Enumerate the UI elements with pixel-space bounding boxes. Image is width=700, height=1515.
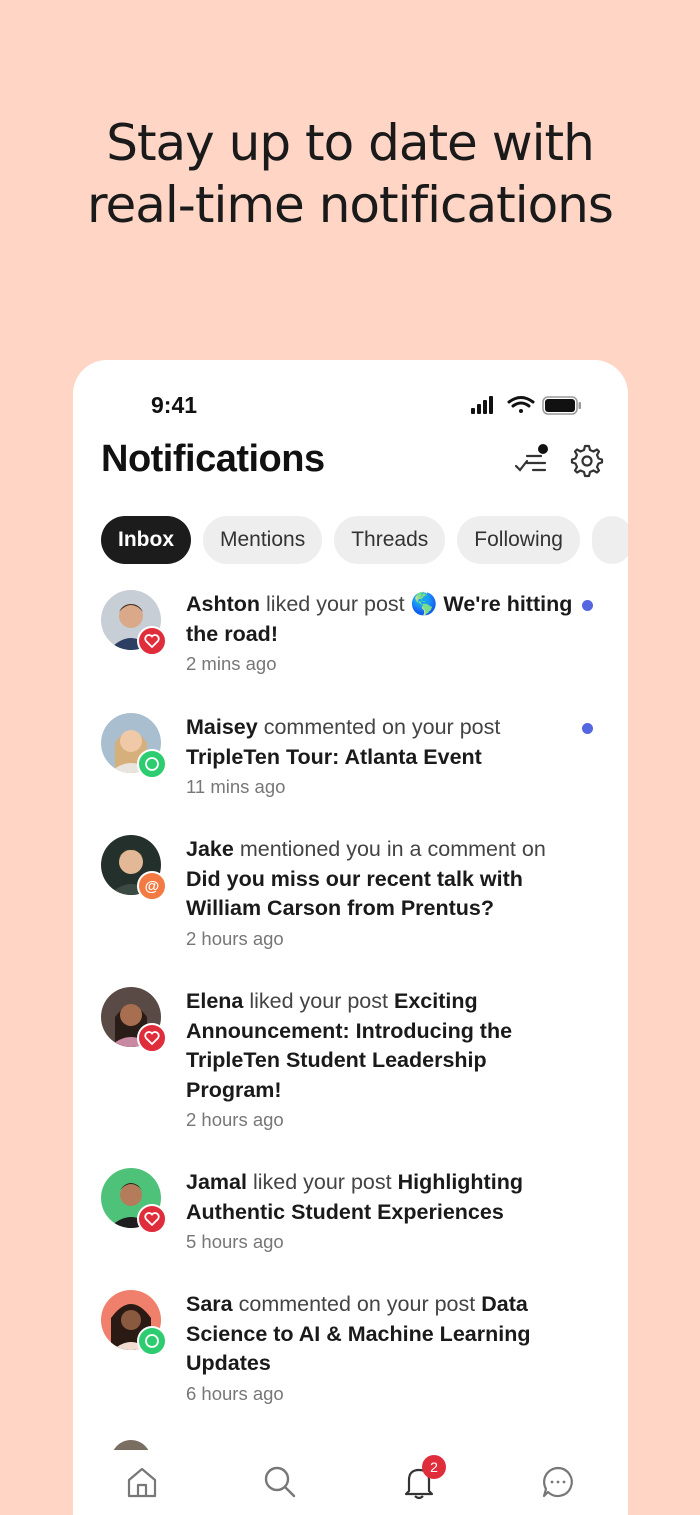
signal-icon xyxy=(471,396,493,414)
tab-following[interactable]: Following xyxy=(457,516,580,564)
unread-dot xyxy=(582,600,593,611)
heart-icon xyxy=(144,1212,160,1226)
badge-heart-icon xyxy=(137,1023,167,1053)
badge-heart-icon xyxy=(137,626,167,656)
chat-icon[interactable] xyxy=(540,1464,576,1500)
user-name: Maisey xyxy=(186,715,258,739)
notification-action: liked your post xyxy=(266,592,405,616)
home-icon[interactable] xyxy=(124,1464,160,1500)
headline: Stay up to date with real-time notificat… xyxy=(0,112,700,236)
notification-count-badge: 2 xyxy=(422,1455,446,1479)
phone-screen: 9:41 Notifications Inbox Mentions Thread… xyxy=(73,360,628,1515)
heart-icon xyxy=(144,634,160,648)
notification-text: Maisey commented on your post TripleTen … xyxy=(186,713,581,802)
headline-line-2: real-time notifications xyxy=(87,176,614,234)
wifi-icon xyxy=(507,396,535,413)
notification-text: Jake mentioned you in a comment on Did y… xyxy=(186,835,581,954)
notification-action: commented on your post xyxy=(263,715,501,739)
tab-mentions[interactable]: Mentions xyxy=(203,516,323,564)
notification-text: Elena liked your post Exciting Announcem… xyxy=(186,987,581,1135)
user-name: Jake xyxy=(186,837,234,861)
notification-action: liked your post xyxy=(249,989,388,1013)
timestamp: 2 hours ago xyxy=(186,1109,284,1130)
user-name: Sara xyxy=(186,1292,233,1316)
comment-icon xyxy=(145,757,159,771)
status-icons xyxy=(471,396,581,415)
mark-read-filter-icon[interactable] xyxy=(511,442,549,480)
heart-icon xyxy=(144,1031,160,1045)
notification-action: mentioned you in a comment on xyxy=(239,837,546,861)
timestamp: 5 hours ago xyxy=(186,1231,284,1252)
search-icon[interactable] xyxy=(262,1464,298,1500)
notification-text: Ashton liked your post 🌎 We're hitting t… xyxy=(186,590,581,679)
at-sign-icon: @ xyxy=(144,877,160,895)
timestamp: 2 mins ago xyxy=(186,653,277,674)
timestamp: 11 mins ago xyxy=(186,776,286,797)
timestamp: 6 hours ago xyxy=(186,1382,284,1404)
globe-emoji: 🌎 xyxy=(410,592,438,616)
user-name: Elena xyxy=(186,989,244,1013)
user-name: Ashton xyxy=(186,592,261,616)
badge-comment-icon xyxy=(137,749,167,779)
post-title[interactable]: Did you miss our recent talk with Willia… xyxy=(186,867,523,921)
tab-more-partial[interactable] xyxy=(591,516,628,564)
bottom-nav: 2 xyxy=(73,1450,628,1515)
badge-comment-icon xyxy=(137,1326,167,1356)
tab-bar: Inbox Mentions Threads Following xyxy=(101,516,628,564)
user-name: Jamal xyxy=(186,1170,247,1194)
badge-heart-icon xyxy=(137,1204,167,1234)
battery-icon xyxy=(542,396,581,415)
timestamp: 2 hours ago xyxy=(186,927,284,949)
headline-line-1: Stay up to date with xyxy=(106,114,595,172)
notification-action: liked your post xyxy=(252,1170,392,1194)
notification-action: commented on your post xyxy=(238,1292,476,1316)
post-title[interactable]: TripleTen Tour: Atlanta Event xyxy=(186,745,482,769)
notification-text: Sara commented on your post Data Science… xyxy=(186,1290,581,1409)
tab-inbox[interactable]: Inbox xyxy=(101,516,191,564)
status-time: 9:41 xyxy=(151,392,198,418)
badge-at-sign-icon: @ xyxy=(137,871,167,901)
comment-icon xyxy=(145,1334,159,1348)
unread-dot xyxy=(582,723,593,734)
gear-icon[interactable] xyxy=(568,442,606,480)
notification-text: Jamal liked your post Highlighting Authe… xyxy=(186,1168,581,1257)
tab-threads[interactable]: Threads xyxy=(334,516,446,564)
page-title: Notifications xyxy=(101,438,325,480)
